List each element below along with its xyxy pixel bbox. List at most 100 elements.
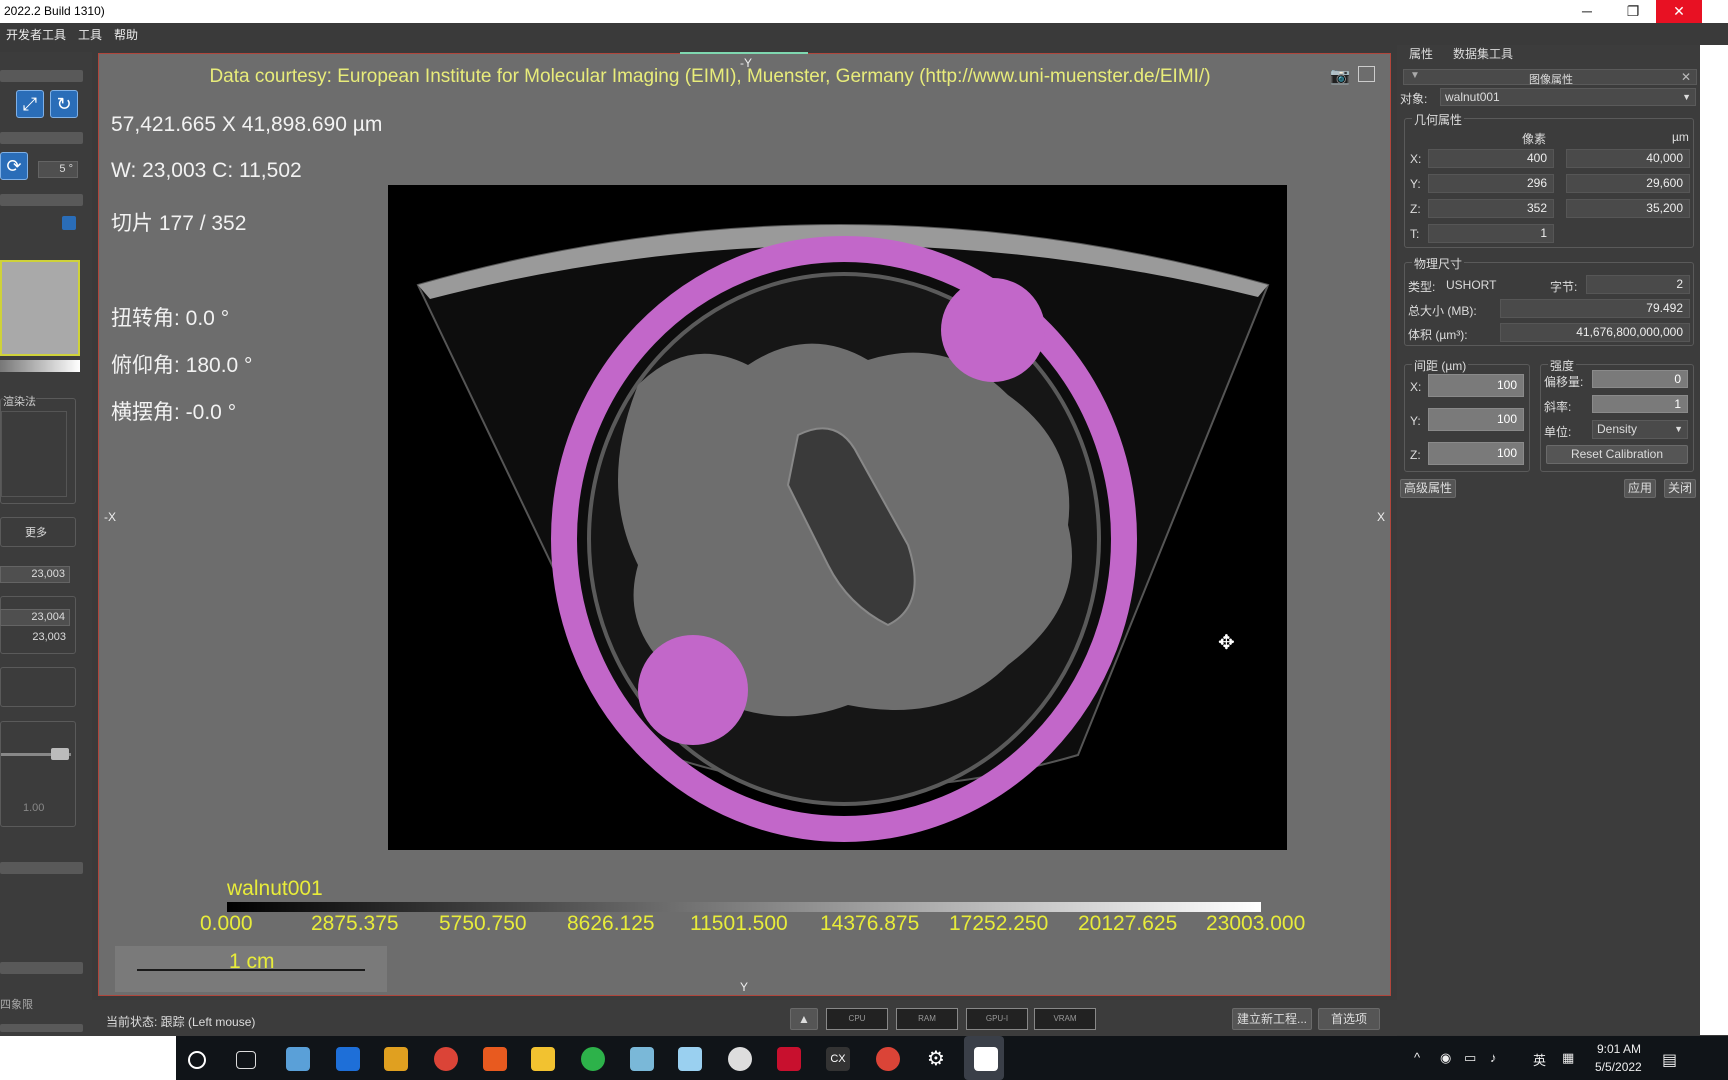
- new-project-button[interactable]: 建立新工程...: [1232, 1008, 1312, 1030]
- value-field-1[interactable]: 23,003: [0, 566, 70, 583]
- wechat-icon[interactable]: [581, 1047, 605, 1071]
- ct-slice-image[interactable]: [388, 185, 1287, 850]
- menu-developer-tools[interactable]: 开发者工具: [6, 26, 66, 43]
- tray-microphone-icon[interactable]: ◉: [1440, 1050, 1451, 1066]
- scale-bar-line: [137, 969, 365, 971]
- close-panel-button[interactable]: 关闭: [1664, 479, 1696, 498]
- tray-volume-icon[interactable]: ♪: [1490, 1050, 1497, 1065]
- app-icon-7[interactable]: CX: [826, 1047, 850, 1071]
- slider-value[interactable]: 1.00: [23, 802, 44, 814]
- app-icon-5[interactable]: [678, 1047, 702, 1071]
- axis-label-left: -X: [104, 510, 116, 524]
- geometry-z-um[interactable]: 35,200: [1566, 199, 1690, 218]
- app-icon-2[interactable]: [336, 1047, 360, 1071]
- value-field-2[interactable]: 23,004: [0, 609, 70, 626]
- image-dimensions: 57,421.665 X 41,898.690 µm: [111, 113, 383, 136]
- task-view-icon[interactable]: [236, 1051, 256, 1069]
- minimize-button[interactable]: ─: [1564, 0, 1610, 23]
- walnut-cross-section: [416, 224, 1270, 842]
- section-header[interactable]: [0, 1024, 83, 1032]
- geometry-y-um[interactable]: 29,600: [1566, 174, 1690, 193]
- render-method-list[interactable]: [1, 411, 67, 497]
- gradient-strip: [0, 360, 80, 372]
- tray-keyboard-icon[interactable]: ▦: [1562, 1050, 1574, 1066]
- axis-label-top: -Y: [740, 56, 752, 70]
- type-value: USHORT: [1446, 278, 1497, 292]
- menu-help[interactable]: 帮助: [114, 26, 138, 43]
- panel-close-icon[interactable]: ✕: [1681, 70, 1691, 84]
- section-header[interactable]: [0, 132, 83, 144]
- section-header[interactable]: [0, 70, 83, 82]
- offset-input[interactable]: 0: [1592, 370, 1688, 388]
- settings-icon[interactable]: ⚙: [924, 1047, 948, 1071]
- clock-time[interactable]: 9:01 AM: [1597, 1042, 1641, 1056]
- rotate-button[interactable]: ⟳: [0, 152, 28, 180]
- chrome-icon-2[interactable]: [876, 1047, 900, 1071]
- file-explorer-icon[interactable]: [531, 1047, 555, 1071]
- total-size-value: 79.492: [1500, 299, 1690, 318]
- geometry-x-um[interactable]: 40,000: [1566, 149, 1690, 168]
- colorbar-tick: 11501.500: [690, 912, 788, 935]
- expand-up-button[interactable]: ▲: [790, 1008, 818, 1030]
- physical-size-title: 物理尺寸: [1412, 255, 1465, 272]
- wps-icon[interactable]: [777, 1047, 801, 1071]
- slack-icon[interactable]: [384, 1047, 408, 1071]
- chevron-down-icon: ▼: [1682, 92, 1691, 102]
- fit-to-view-button[interactable]: ⤢: [16, 90, 44, 118]
- document-app-icon[interactable]: [974, 1047, 998, 1071]
- reset-rotation-button[interactable]: ↻: [50, 90, 78, 118]
- colorbar-name: walnut001: [227, 877, 323, 900]
- advanced-properties-button[interactable]: 高级属性: [1400, 479, 1456, 498]
- spacing-x-input[interactable]: 100: [1428, 374, 1524, 397]
- geometry-x-pixel[interactable]: 400: [1428, 149, 1554, 168]
- clock-date[interactable]: 5/5/2022: [1595, 1060, 1642, 1074]
- slider-handle[interactable]: [51, 748, 69, 760]
- app-icon-6[interactable]: [728, 1047, 752, 1071]
- section-header[interactable]: [0, 194, 83, 206]
- image-properties-header[interactable]: ▼ 图像属性 ✕: [1403, 69, 1697, 86]
- tray-network-icon[interactable]: ▭: [1464, 1050, 1476, 1066]
- geometry-y-pixel[interactable]: 296: [1428, 174, 1554, 193]
- quadrant-label: 四象限: [0, 999, 33, 1011]
- toggle-icon[interactable]: [62, 216, 76, 230]
- more-dropdown[interactable]: 更多: [25, 524, 47, 540]
- section-header[interactable]: [0, 962, 83, 974]
- preferences-button[interactable]: 首选项: [1318, 1008, 1380, 1030]
- object-select[interactable]: walnut001 ▼: [1440, 88, 1696, 106]
- unit-select[interactable]: Density ▼: [1592, 420, 1688, 439]
- rotate-step-input[interactable]: 5 °: [38, 161, 78, 178]
- slope-input[interactable]: 1: [1592, 395, 1688, 413]
- apply-button[interactable]: 应用: [1624, 479, 1656, 498]
- camera-icon[interactable]: 📷: [1330, 66, 1350, 86]
- maximize-view-icon[interactable]: [1358, 66, 1375, 82]
- app-icon-4[interactable]: [630, 1047, 654, 1071]
- colorbar-tick: 0.000: [200, 912, 253, 935]
- geometry-t-pixel[interactable]: 1: [1428, 224, 1554, 243]
- notification-icon[interactable]: ▤: [1662, 1050, 1677, 1070]
- geometry-z-pixel[interactable]: 352: [1428, 199, 1554, 218]
- transfer-function-preview[interactable]: [0, 260, 80, 356]
- taskbar-search-area[interactable]: [0, 1036, 176, 1080]
- app-icon-3[interactable]: [483, 1047, 507, 1071]
- geometry-x-label: X:: [1410, 152, 1422, 166]
- spacing-z-input[interactable]: 100: [1428, 442, 1524, 465]
- chrome-icon[interactable]: [434, 1047, 458, 1071]
- viewer-active-indicator: [680, 52, 808, 54]
- colorbar-tick: 23003.000: [1206, 912, 1306, 935]
- tab-dataset-tools[interactable]: 数据集工具: [1453, 45, 1513, 62]
- section-header[interactable]: [0, 862, 83, 874]
- cortana-icon[interactable]: [188, 1051, 206, 1069]
- close-button[interactable]: ✕: [1656, 0, 1702, 23]
- maximize-button[interactable]: ❐: [1610, 0, 1656, 23]
- tray-chevron-icon[interactable]: ^: [1414, 1050, 1420, 1065]
- spacing-y-input[interactable]: 100: [1428, 408, 1524, 431]
- menu-tools[interactable]: 工具: [78, 26, 102, 43]
- tab-properties[interactable]: 属性: [1409, 45, 1433, 62]
- collapse-icon[interactable]: ▼: [1410, 70, 1420, 81]
- reset-calibration-button[interactable]: Reset Calibration: [1546, 445, 1688, 464]
- pixel-column-header: 像素: [1522, 132, 1547, 146]
- app-icon-1[interactable]: [286, 1047, 310, 1071]
- more-options-group: 更多: [0, 517, 76, 547]
- left-panel: ⤢ ↻ ⟳ 5 ° 渲染法 更多 23,003 23,004 23,003 1.…: [0, 52, 92, 1036]
- ime-indicator[interactable]: 英: [1533, 1050, 1546, 1069]
